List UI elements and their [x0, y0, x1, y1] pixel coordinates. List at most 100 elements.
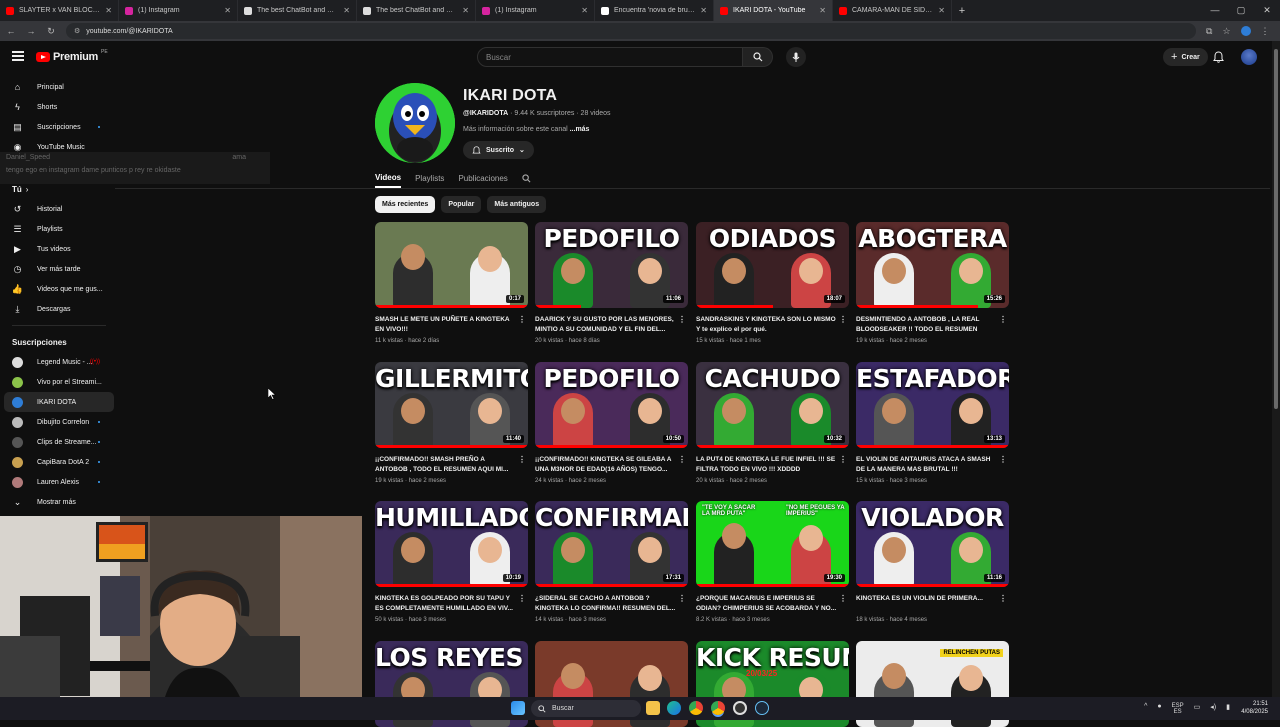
battery-icon[interactable]: ▮	[1226, 703, 1230, 715]
youtube-premium-logo[interactable]: Premium PE	[36, 49, 108, 63]
chrome-icon[interactable]	[689, 701, 703, 715]
profile-icon[interactable]	[1240, 25, 1251, 36]
tray-mic-icon[interactable]: ●	[1157, 703, 1161, 715]
search-input[interactable]	[477, 47, 743, 67]
more-options-icon[interactable]: ⋮	[839, 315, 847, 324]
file-explorer-icon[interactable]	[646, 701, 660, 715]
new-tab-icon[interactable]: +	[952, 5, 972, 17]
sidebar-item[interactable]: ↺ Historial	[0, 199, 114, 219]
edge-icon[interactable]	[667, 701, 681, 715]
notifications-bell-icon[interactable]	[1213, 51, 1224, 66]
chrome-active-icon[interactable]	[711, 701, 725, 715]
video-title[interactable]: KINGTEKA ES GOLPEADO POR SU TAPU Y ES CO…	[375, 594, 528, 613]
tab-close-icon[interactable]: ✕	[938, 6, 945, 15]
page-scrollbar[interactable]	[1272, 41, 1280, 697]
video-card[interactable]: ABOGTERA 15:26 DESMINTIENDO A ANTOBOB , LA…	[856, 222, 1009, 344]
tab-playlists[interactable]: Playlists	[415, 168, 444, 188]
reload-icon[interactable]: ↻	[46, 26, 56, 37]
tab-close-icon[interactable]: ✕	[343, 6, 350, 15]
voice-search-button[interactable]	[786, 47, 806, 67]
sidebar-item[interactable]: Dibujito Correlon	[0, 412, 114, 432]
sidebar-item[interactable]: ▤ Suscripciones	[0, 117, 114, 137]
video-thumbnail[interactable]: ESTAFADOR 13:13	[856, 362, 1009, 448]
more-options-icon[interactable]: ⋮	[518, 594, 526, 603]
steam-icon[interactable]	[755, 701, 769, 715]
more-options-icon[interactable]: ⋮	[678, 455, 686, 464]
more-options-icon[interactable]: ⋮	[518, 315, 526, 324]
sidebar-item[interactable]: Clips de Streame...	[0, 432, 114, 452]
sidebar-item[interactable]: Legend Music - ... ((•))	[0, 352, 114, 372]
more-options-icon[interactable]: ⋮	[839, 594, 847, 603]
video-card[interactable]: PEDOFILO 10:50 ¡¡CONFIRMADO!! KINGTEKA SE …	[535, 362, 688, 484]
network-icon[interactable]: ▭	[1194, 703, 1201, 715]
sidebar-item[interactable]: ◷ Ver más tarde	[0, 259, 114, 279]
video-card[interactable]: ODIADOS 18:07 SANDRASKINS Y KINGTEKA SON L…	[696, 222, 849, 344]
video-thumbnail[interactable]: VIOLADOR 11:16	[856, 501, 1009, 587]
video-thumbnail[interactable]: "TE VOY A SACAR LA MRD PUTA" "NO ME PEGUE…	[696, 501, 849, 587]
back-icon[interactable]: ←	[6, 26, 16, 36]
minimize-icon[interactable]: —	[1202, 0, 1228, 21]
browser-tab[interactable]: Encuentra 'novia de brunegar' y ✕	[595, 0, 714, 21]
more-options-icon[interactable]: ⋮	[999, 455, 1007, 464]
video-thumbnail[interactable]: PEDOFILO 11:06	[535, 222, 688, 308]
tab-close-icon[interactable]: ✕	[224, 6, 231, 15]
sidebar-item[interactable]: Vivo por el Streami...	[0, 372, 114, 392]
tab-close-icon[interactable]: ✕	[581, 6, 588, 15]
more-options-icon[interactable]: ⋮	[678, 315, 686, 324]
scrollbar-thumb[interactable]	[1274, 49, 1278, 409]
more-options-icon[interactable]: ⋮	[839, 455, 847, 464]
video-card[interactable]: HUMILLADO 10:19 KINGTEKA ES GOLPEADO POR S…	[375, 501, 528, 623]
browser-tab[interactable]: IKARI DOTA - YouTube ✕	[714, 0, 833, 21]
tab-close-icon[interactable]: ✕	[700, 6, 707, 15]
show-more-button[interactable]: ⌄ Mostrar más	[0, 492, 114, 512]
video-thumbnail[interactable]: GILLERMITO IS 11:40	[375, 362, 528, 448]
forward-icon[interactable]: →	[26, 26, 36, 36]
video-thumbnail[interactable]: PEDOFILO 10:50	[535, 362, 688, 448]
tray-chevron-icon[interactable]: ^	[1144, 703, 1147, 715]
more-options-icon[interactable]: ⋮	[518, 455, 526, 464]
tab-close-icon[interactable]: ✕	[105, 6, 112, 15]
sidebar-item[interactable]: ⌂ Principal	[0, 77, 114, 97]
maximize-icon[interactable]: ▢	[1228, 0, 1254, 21]
video-title[interactable]: EL VIOLIN DE ANTAURUS ATACA A SMASH DE L…	[856, 455, 1009, 474]
channel-search-icon[interactable]	[522, 168, 531, 188]
channel-avatar[interactable]	[375, 83, 455, 163]
volume-icon[interactable]: ◂)	[1210, 703, 1216, 715]
video-title[interactable]: SMASH LE METE UN PUÑETE A KINGTEKA EN VI…	[375, 315, 528, 334]
close-window-icon[interactable]: ✕	[1254, 0, 1280, 21]
sidebar-item[interactable]: IKARI DOTA	[4, 392, 114, 412]
video-thumbnail[interactable]: ABOGTERA 15:26	[856, 222, 1009, 308]
video-title[interactable]: LA PUT4 DE KINGTEKA LE FUE INFIEL !!! SE…	[696, 455, 849, 474]
browser-tab[interactable]: SLAYTER x VAN BLOCK x NTG - ✕	[0, 0, 119, 21]
video-thumbnail[interactable]: 0:17	[375, 222, 528, 308]
video-card[interactable]: 0:17 SMASH LE METE UN PUÑETE A KINGTEKA E…	[375, 222, 528, 344]
video-thumbnail[interactable]: CONFIRMADO 17:31	[535, 501, 688, 587]
video-card[interactable]: "TE VOY A SACAR LA MRD PUTA" "NO ME PEGUE…	[696, 501, 849, 623]
video-title[interactable]: KINGTEKA ES UN VIOLIN DE PRIMERA...	[856, 594, 1009, 613]
more-options-icon[interactable]: ⋮	[999, 315, 1007, 324]
video-thumbnail[interactable]: HUMILLADO 10:19	[375, 501, 528, 587]
search-button[interactable]	[743, 47, 773, 67]
video-title[interactable]: ¡¡CONFIRMADO!! KINGTEKA SE GILEABA A UNA…	[535, 455, 688, 474]
video-card[interactable]: ESTAFADOR 13:13 EL VIOLIN DE ANTAURUS ATAC…	[856, 362, 1009, 484]
video-title[interactable]: ¿PORQUE MACARIUS E IMPERIUS SE ODIAN? CH…	[696, 594, 849, 613]
video-thumbnail[interactable]: CACHUDO 10:32	[696, 362, 849, 448]
video-card[interactable]: VIOLADOR 11:16 KINGTEKA ES UN VIOLIN DE PR…	[856, 501, 1009, 623]
tab-videos[interactable]: Videos	[375, 168, 402, 188]
browser-tab[interactable]: (1) Instagram ✕	[476, 0, 595, 21]
video-title[interactable]: ¿SIDERAL SE CACHO A ANTOBOB ? KINGTEKA L…	[535, 594, 688, 613]
video-card[interactable]: CACHUDO 10:32 LA PUT4 DE KINGTEKA LE FUE I…	[696, 362, 849, 484]
more-options-icon[interactable]: ⋮	[999, 594, 1007, 603]
sidebar-item[interactable]: ϟ Shorts	[0, 97, 114, 117]
chip-oldest[interactable]: Más antiguos	[487, 196, 547, 213]
video-title[interactable]: DESMINTIENDO A ANTOBOB , LA REAL BLOODSE…	[856, 315, 1009, 334]
bookmark-star-icon[interactable]: ☆	[1222, 26, 1230, 37]
browser-tab[interactable]: The best ChatBot and Widgets ✕	[238, 0, 357, 21]
chip-popular[interactable]: Popular	[441, 196, 482, 213]
video-title[interactable]: ¡¡CONFIRMADO!! SMASH PREÑO A ANTOBOB , T…	[375, 455, 528, 474]
video-card[interactable]: CONFIRMADO 17:31 ¿SIDERAL SE CACHO A ANTOB…	[535, 501, 688, 623]
video-card[interactable]: PEDOFILO 11:06 DAARICK Y SU GUSTO POR LAS …	[535, 222, 688, 344]
browser-tab[interactable]: CAMARA-MAN DE SIDERAL NO ✕	[833, 0, 952, 21]
browser-menu-icon[interactable]: ⋮	[1261, 26, 1270, 37]
subscribed-button[interactable]: Suscrito ⌄	[463, 141, 534, 159]
